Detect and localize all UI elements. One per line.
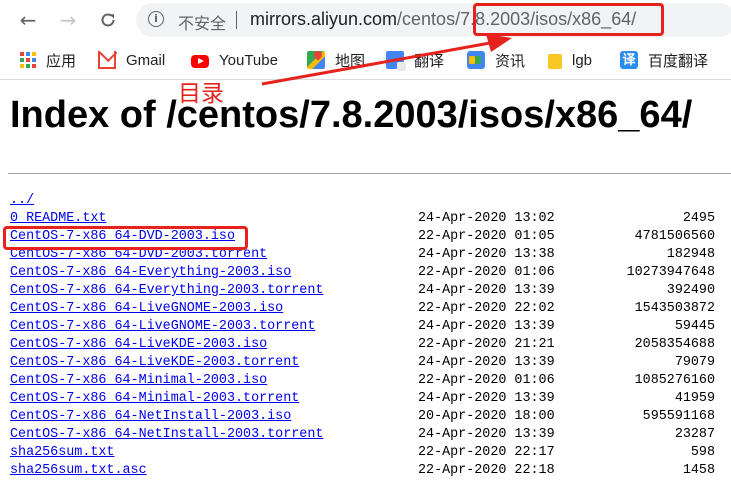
- bookmark-label: lgb: [572, 51, 593, 69]
- file-size: 4781506560: [634, 229, 715, 244]
- iso-highlight-box: [3, 226, 248, 250]
- file-link[interactable]: CentOS-7-x86_64-Minimal-2003.iso: [10, 373, 267, 388]
- file-date: 22-Apr-2020 01:05: [418, 229, 555, 244]
- file-size: 10273947648: [626, 265, 715, 280]
- table-row: CentOS-7-x86_64-Everything-2003.torrent 2…: [10, 282, 731, 300]
- apps-icon: [20, 52, 36, 68]
- file-link[interactable]: CentOS-7-x86_64-LiveKDE-2003.torrent: [10, 355, 299, 370]
- table-row: ../: [10, 192, 731, 210]
- file-link[interactable]: CentOS-7-x86_64-NetInstall-2003.torrent: [10, 427, 323, 442]
- back-arrow-icon[interactable]: ←: [14, 6, 42, 34]
- file-size: 392490: [666, 283, 715, 298]
- bookmark-lgb[interactable]: lgb: [548, 50, 592, 70]
- file-date: 24-Apr-2020 13:39: [418, 319, 555, 334]
- file-date: 24-Apr-2020 13:02: [418, 211, 555, 226]
- file-date: 22-Apr-2020 01:06: [418, 373, 555, 388]
- youtube-icon: [191, 54, 209, 68]
- baidu-translate-icon: 译: [620, 51, 638, 69]
- table-row: CentOS-7-x86_64-LiveKDE-2003.torrent 24-A…: [10, 354, 731, 372]
- file-date: 22-Apr-2020 21:21: [418, 337, 555, 352]
- file-date: 20-Apr-2020 18:00: [418, 409, 555, 424]
- translate-icon: [386, 51, 406, 71]
- table-row: CentOS-7-x86_64-Minimal-2003.torrent 24-A…: [10, 390, 731, 408]
- file-link[interactable]: 0_README.txt: [10, 211, 106, 226]
- folder-icon: [548, 53, 562, 69]
- file-date: 22-Apr-2020 22:17: [418, 445, 555, 460]
- table-row: CentOS-7-x86_64-NetInstall-2003.torrent 2…: [10, 426, 731, 444]
- url-highlight-box: [473, 3, 664, 36]
- bookmark-label: YouTube: [219, 51, 278, 69]
- file-link[interactable]: CentOS-7-x86_64-LiveGNOME-2003.iso: [10, 301, 283, 316]
- file-size: 598: [690, 445, 715, 460]
- info-icon[interactable]: i: [148, 11, 164, 27]
- bookmark-label: 百度翻译: [648, 52, 709, 70]
- file-size: 1085276160: [634, 373, 715, 388]
- table-row: CentOS-7-x86_64-LiveGNOME-2003.torrent 24…: [10, 318, 731, 336]
- news-icon: [467, 51, 485, 69]
- bookmark-label: 地图: [335, 52, 366, 70]
- file-date: 22-Apr-2020 22:02: [418, 301, 555, 316]
- file-date: 24-Apr-2020 13:39: [418, 355, 555, 370]
- file-size: 595591168: [642, 409, 715, 424]
- reload-icon[interactable]: [94, 6, 122, 34]
- bookmark-youtube[interactable]: YouTube: [191, 50, 278, 70]
- url-host: mirrors.aliyun.com: [250, 9, 398, 29]
- url-path-prefix: /centos/: [397, 9, 461, 29]
- file-date: 22-Apr-2020 22:18: [418, 463, 555, 478]
- file-date: 24-Apr-2020 13:39: [418, 427, 555, 442]
- table-row: sha256sum.txt.asc 22-Apr-2020 22:18 1458: [10, 462, 731, 480]
- bookmark-label: 翻译: [414, 52, 445, 70]
- file-date: 24-Apr-2020 13:39: [418, 283, 555, 298]
- file-size: 79079: [674, 355, 715, 370]
- table-row: CentOS-7-x86_64-Everything-2003.iso 22-Ap…: [10, 264, 731, 282]
- table-row: CentOS-7-x86_64-LiveGNOME-2003.iso 22-Apr…: [10, 300, 731, 318]
- file-date: 24-Apr-2020 13:38: [418, 247, 555, 262]
- file-link[interactable]: CentOS-7-x86_64-Minimal-2003.torrent: [10, 391, 299, 406]
- file-link[interactable]: CentOS-7-x86_64-Everything-2003.iso: [10, 265, 291, 280]
- page-title: Index of /centos/7.8.2003/isos/x86_64/: [10, 94, 693, 136]
- address-separator: [236, 11, 237, 29]
- bookmark-gmail[interactable]: Gmail: [98, 50, 165, 70]
- file-link[interactable]: sha256sum.txt.asc: [10, 463, 147, 478]
- file-date: 22-Apr-2020 01:06: [418, 265, 555, 280]
- file-size: 59445: [674, 319, 715, 334]
- bookmark-maps[interactable]: 地图: [307, 50, 365, 70]
- file-size: 1458: [682, 463, 715, 478]
- file-link[interactable]: CentOS-7-x86_64-NetInstall-2003.iso: [10, 409, 291, 424]
- file-size: 182948: [666, 247, 715, 262]
- annotation-label: 目录: [178, 81, 224, 107]
- bookmark-baidu-translate[interactable]: 译 百度翻译: [620, 50, 708, 70]
- gmail-icon: [98, 51, 116, 69]
- bookmarks-bar: 应用 Gmail YouTube 地图 翻译 资讯 lgb 译 百度翻译: [0, 40, 731, 80]
- file-link[interactable]: CentOS-7-x86_64-LiveGNOME-2003.torrent: [10, 319, 315, 334]
- table-row: CentOS-7-x86_64-LiveKDE-2003.iso 22-Apr-2…: [10, 336, 731, 354]
- file-link[interactable]: CentOS-7-x86_64-LiveKDE-2003.iso: [10, 337, 267, 352]
- table-row: sha256sum.txt 22-Apr-2020 22:17 598: [10, 444, 731, 462]
- bookmark-news[interactable]: 资讯: [467, 50, 525, 70]
- file-size: 23287: [674, 427, 715, 442]
- file-link[interactable]: CentOS-7-x86_64-Everything-2003.torrent: [10, 283, 323, 298]
- divider: [8, 173, 731, 174]
- file-size: 2058354688: [634, 337, 715, 352]
- bookmark-apps[interactable]: 应用: [20, 50, 76, 70]
- table-row: CentOS-7-x86_64-NetInstall-2003.iso 20-Ap…: [10, 408, 731, 426]
- file-size: 2495: [682, 211, 715, 226]
- bookmark-label: Gmail: [126, 51, 166, 69]
- bookmark-label: 资讯: [495, 52, 526, 70]
- file-date: 24-Apr-2020 13:39: [418, 391, 555, 406]
- file-link[interactable]: sha256sum.txt: [10, 445, 114, 460]
- maps-icon: [307, 51, 325, 69]
- file-size: 41959: [674, 391, 715, 406]
- forward-arrow-icon[interactable]: →: [54, 6, 82, 34]
- bookmark-label: 应用: [46, 52, 77, 70]
- file-link[interactable]: ../: [10, 193, 34, 208]
- table-row: CentOS-7-x86_64-Minimal-2003.iso 22-Apr-2…: [10, 372, 731, 390]
- security-label[interactable]: 不安全: [178, 10, 226, 34]
- file-size: 1543503872: [634, 301, 715, 316]
- bookmark-translate[interactable]: 翻译: [386, 50, 445, 71]
